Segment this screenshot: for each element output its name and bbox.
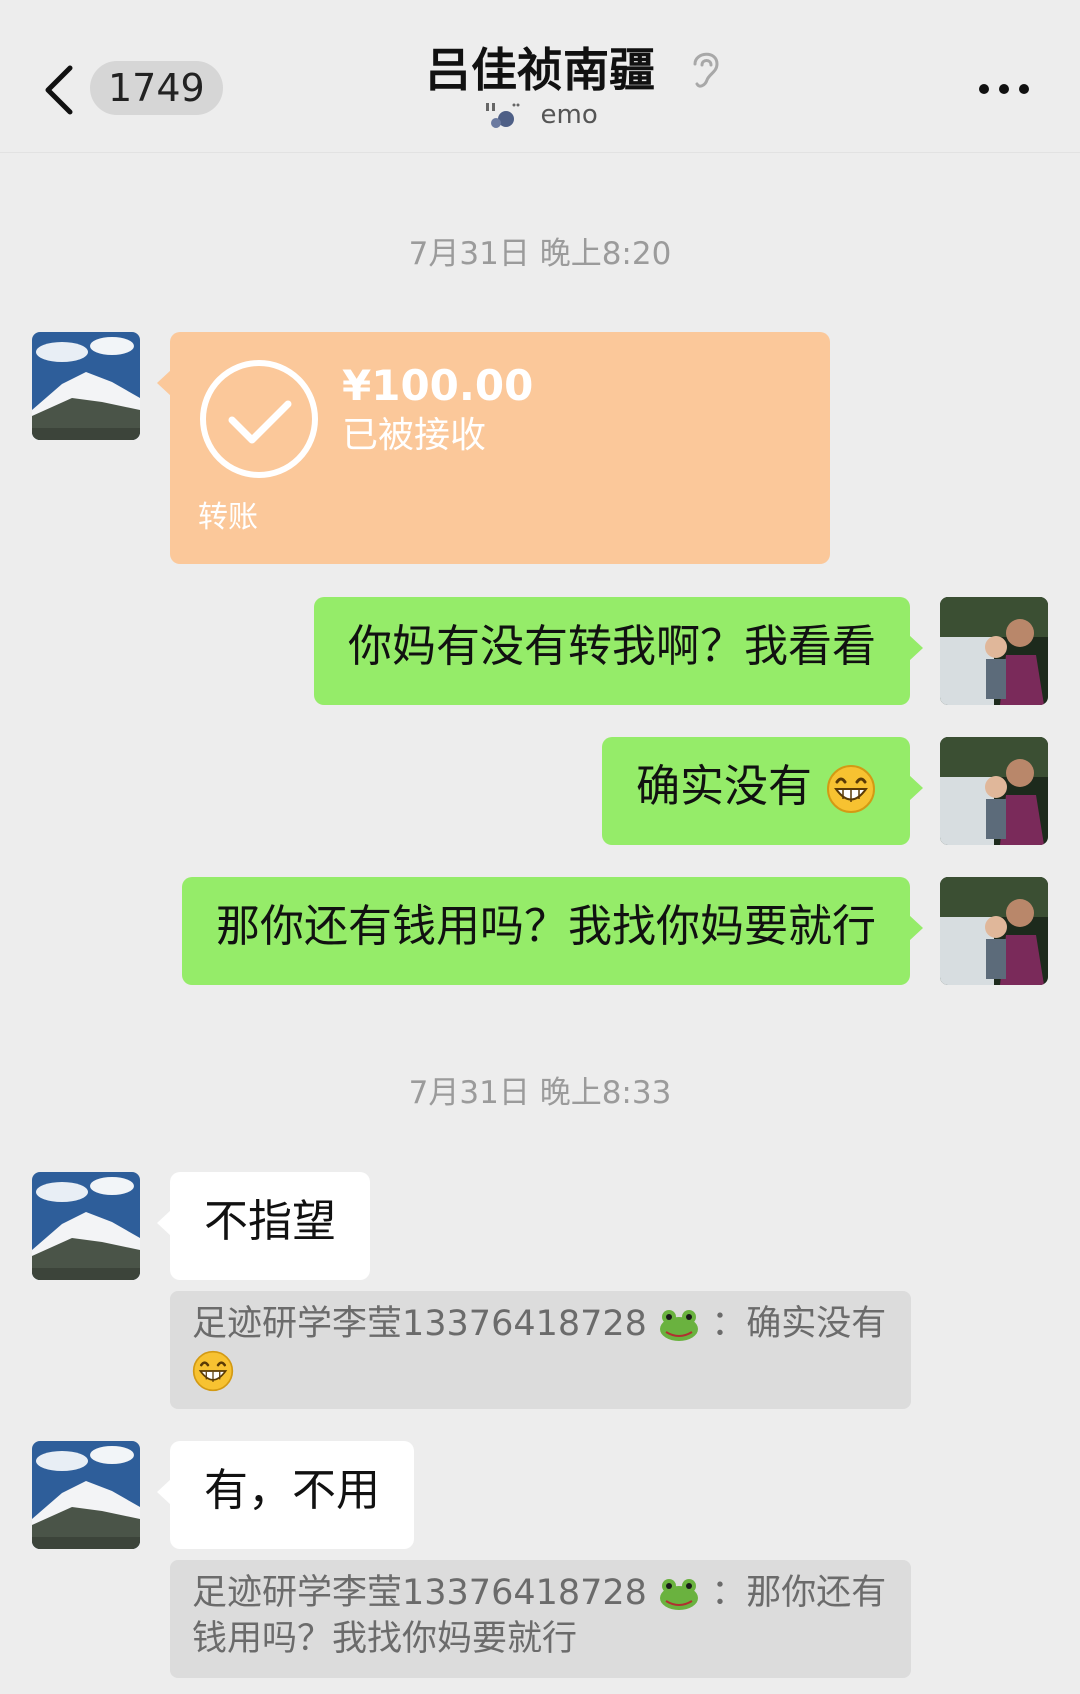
quoted-message[interactable]: 足迹研学李莹13376418728 ：那你还有 钱用吗？我找你妈要就行 — [170, 1560, 911, 1678]
user-avatar[interactable] — [940, 877, 1048, 985]
user-avatar[interactable] — [940, 597, 1048, 705]
emo-status-icon — [486, 102, 520, 128]
received-message[interactable]: 不指望 — [157, 1172, 370, 1280]
chat-header: 1749 吕佳祯南疆 emo — [0, 0, 1080, 153]
message-text: 有，不用 — [204, 1465, 380, 1516]
transfer-amount: ¥100.00 — [342, 361, 534, 410]
transfer-status: 已被接收 — [342, 415, 487, 456]
user-avatar[interactable] — [940, 737, 1048, 845]
chat-status: emo — [0, 98, 1080, 132]
quoted-message[interactable]: 足迹研学李莹13376418728 ：确实没有 — [170, 1291, 911, 1409]
frog-emoji-icon — [660, 1310, 699, 1341]
sent-message[interactable]: 你妈有没有转我啊？我看看 — [314, 597, 923, 705]
grin-emoji-icon — [192, 1350, 234, 1392]
message-text: 那你还有钱用吗？我找你妈要就行 — [216, 901, 876, 952]
timestamp: 7月31日 晚上8:33 — [408, 1075, 672, 1111]
contact-avatar[interactable] — [32, 332, 140, 440]
chat-title-text: 吕佳祯南疆 — [425, 43, 655, 97]
transfer-bubble[interactable]: ¥100.00 已被接收 转账 — [157, 332, 830, 564]
received-message[interactable]: 有，不用 — [157, 1441, 414, 1549]
sent-message[interactable]: 那你还有钱用吗？我找你妈要就行 — [182, 877, 923, 985]
quote-text-line2: 钱用吗？我找你妈要就行 — [192, 1619, 578, 1659]
timestamp: 7月31日 晚上8:20 — [408, 236, 672, 272]
quote-text: ：确实没有 — [711, 1304, 887, 1344]
contact-avatar[interactable] — [32, 1441, 140, 1549]
ear-icon — [693, 52, 719, 88]
check-circle-icon — [200, 360, 318, 478]
sent-message[interactable]: 确实没有 — [602, 737, 923, 845]
quote-author: 足迹研学李莹13376418728 — [192, 1573, 647, 1613]
message-text: 你妈有没有转我啊？我看看 — [348, 621, 876, 672]
contact-avatar[interactable] — [32, 1172, 140, 1280]
grin-emoji-icon — [827, 765, 875, 813]
quote-text: ：那你还有 — [711, 1573, 887, 1613]
quote-author: 足迹研学李莹13376418728 — [192, 1304, 647, 1344]
more-options-icon[interactable] — [978, 76, 1030, 102]
frog-emoji-icon — [660, 1579, 699, 1610]
message-text: 不指望 — [204, 1196, 336, 1247]
message-text: 确实没有 — [636, 761, 812, 812]
transfer-label: 转账 — [198, 500, 258, 535]
chat-title[interactable]: 吕佳祯南疆 — [0, 40, 1080, 100]
chat-status-text: emo — [540, 100, 598, 130]
